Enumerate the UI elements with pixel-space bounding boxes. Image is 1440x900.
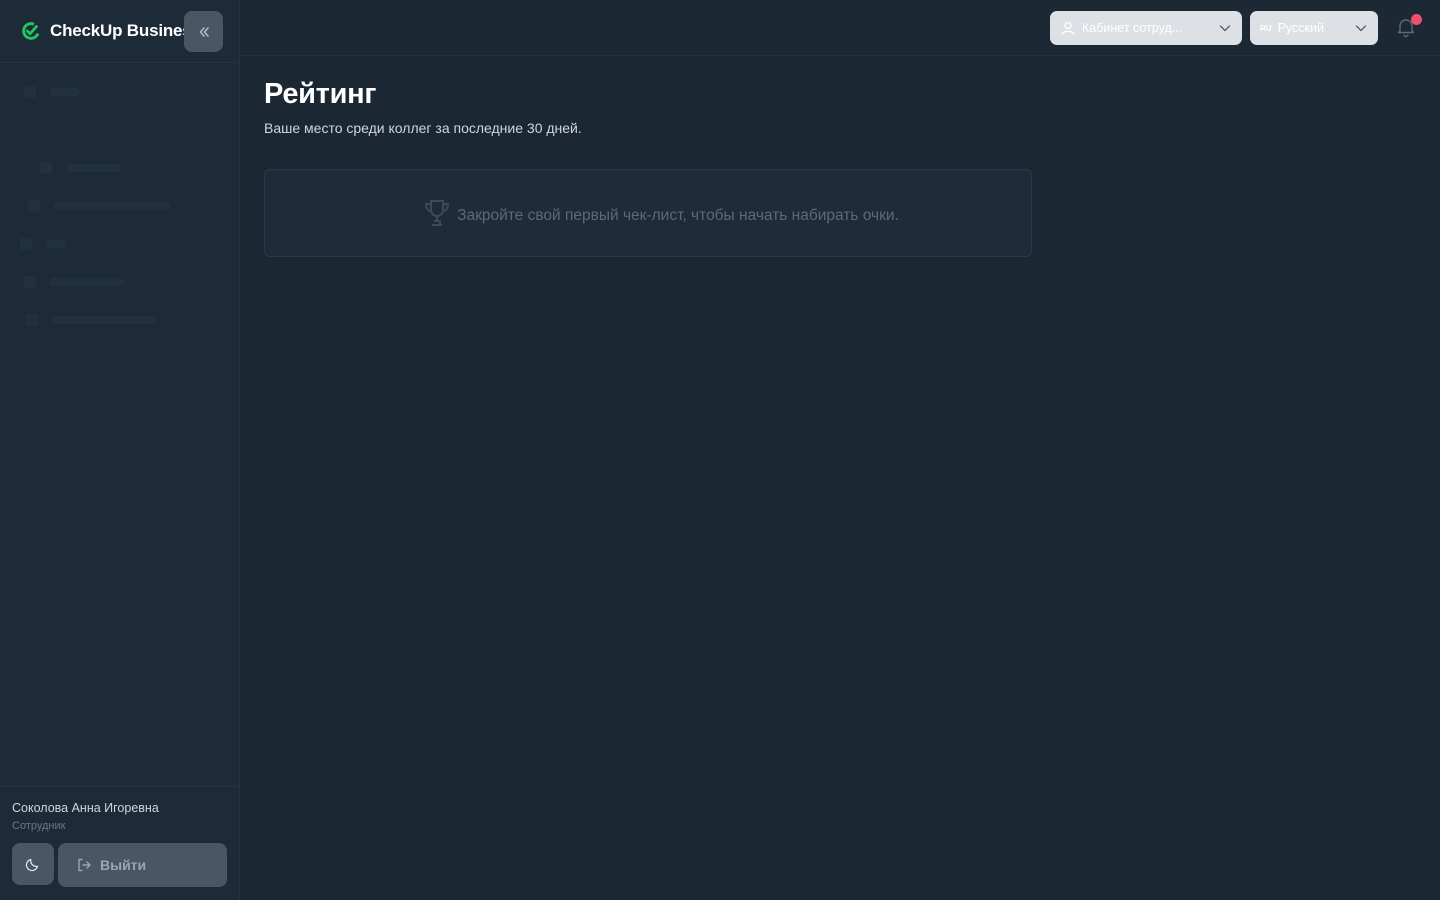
empty-state-message: Закройте свой первый чек-лист, чтобы нач… — [457, 207, 899, 224]
nav-item-placeholder — [54, 202, 170, 210]
nav-item-icon — [20, 238, 32, 250]
sidebar: CheckUp Busines Соколова Анна Игоревна С… — [0, 0, 240, 900]
collapse-sidebar-button[interactable] — [184, 11, 223, 52]
notification-badge — [1411, 14, 1422, 25]
chevron-down-icon — [1219, 25, 1231, 32]
nav-item-placeholder — [46, 240, 66, 248]
logout-icon — [78, 858, 91, 872]
user-name: Соколова Анна Игоревна — [12, 801, 159, 815]
nav-item-icon — [26, 314, 38, 326]
empty-state-content: Закройте свой первый чек-лист, чтобы нач… — [421, 197, 899, 229]
theme-toggle-button[interactable] — [12, 843, 54, 885]
main-content: Рейтинг Ваше место среди коллег за после… — [264, 78, 582, 136]
nav-item-icon — [24, 276, 36, 288]
sidebar-nav — [0, 63, 239, 339]
checkup-logo-icon[interactable] — [20, 20, 42, 42]
language-select[interactable]: RU Русский — [1250, 11, 1378, 45]
moon-icon — [25, 858, 39, 872]
language-flag: RU — [1260, 23, 1272, 33]
page-title: Рейтинг — [264, 78, 377, 110]
sidebar-footer: Соколова Анна Игоревна Сотрудник Выйти — [0, 786, 240, 900]
brand-name[interactable]: CheckUp Busines — [50, 21, 192, 41]
cabinet-select-label: Кабинет сотруд... — [1082, 21, 1183, 35]
nav-item-icon — [40, 162, 52, 174]
sidebar-nav-item[interactable] — [0, 225, 239, 263]
sidebar-nav-item[interactable] — [0, 149, 239, 187]
chevrons-left-icon — [199, 26, 209, 37]
sidebar-nav-item[interactable] — [0, 73, 239, 111]
sidebar-nav-item[interactable] — [0, 263, 239, 301]
nav-item-placeholder — [50, 88, 80, 96]
sidebar-nav-item[interactable] — [0, 301, 239, 339]
trophy-icon — [425, 200, 450, 226]
nav-item-placeholder — [66, 164, 122, 172]
nav-item-placeholder — [52, 316, 156, 324]
rating-empty-state: Закройте свой первый чек-лист, чтобы нач… — [264, 169, 1032, 257]
nav-item-icon — [24, 124, 36, 136]
logout-button[interactable]: Выйти — [58, 843, 227, 887]
sidebar-nav-item[interactable] — [0, 187, 239, 225]
nav-item-icon — [28, 200, 40, 212]
logout-label: Выйти — [100, 857, 147, 873]
footer-actions: Выйти — [12, 843, 228, 887]
nav-item-placeholder — [50, 278, 124, 286]
cabinet-select[interactable]: Кабинет сотруд... — [1050, 11, 1242, 45]
user-icon — [1061, 21, 1075, 35]
language-select-label: Русский — [1277, 21, 1324, 35]
user-role: Сотрудник — [12, 820, 66, 832]
sidebar-header: CheckUp Busines — [0, 0, 239, 63]
nav-item-icon — [24, 86, 36, 98]
page-subtitle: Ваше место среди коллег за последние 30 … — [264, 120, 582, 136]
chevron-down-icon — [1355, 25, 1367, 32]
topbar: Кабинет сотруд... RU Русский — [240, 0, 1440, 56]
